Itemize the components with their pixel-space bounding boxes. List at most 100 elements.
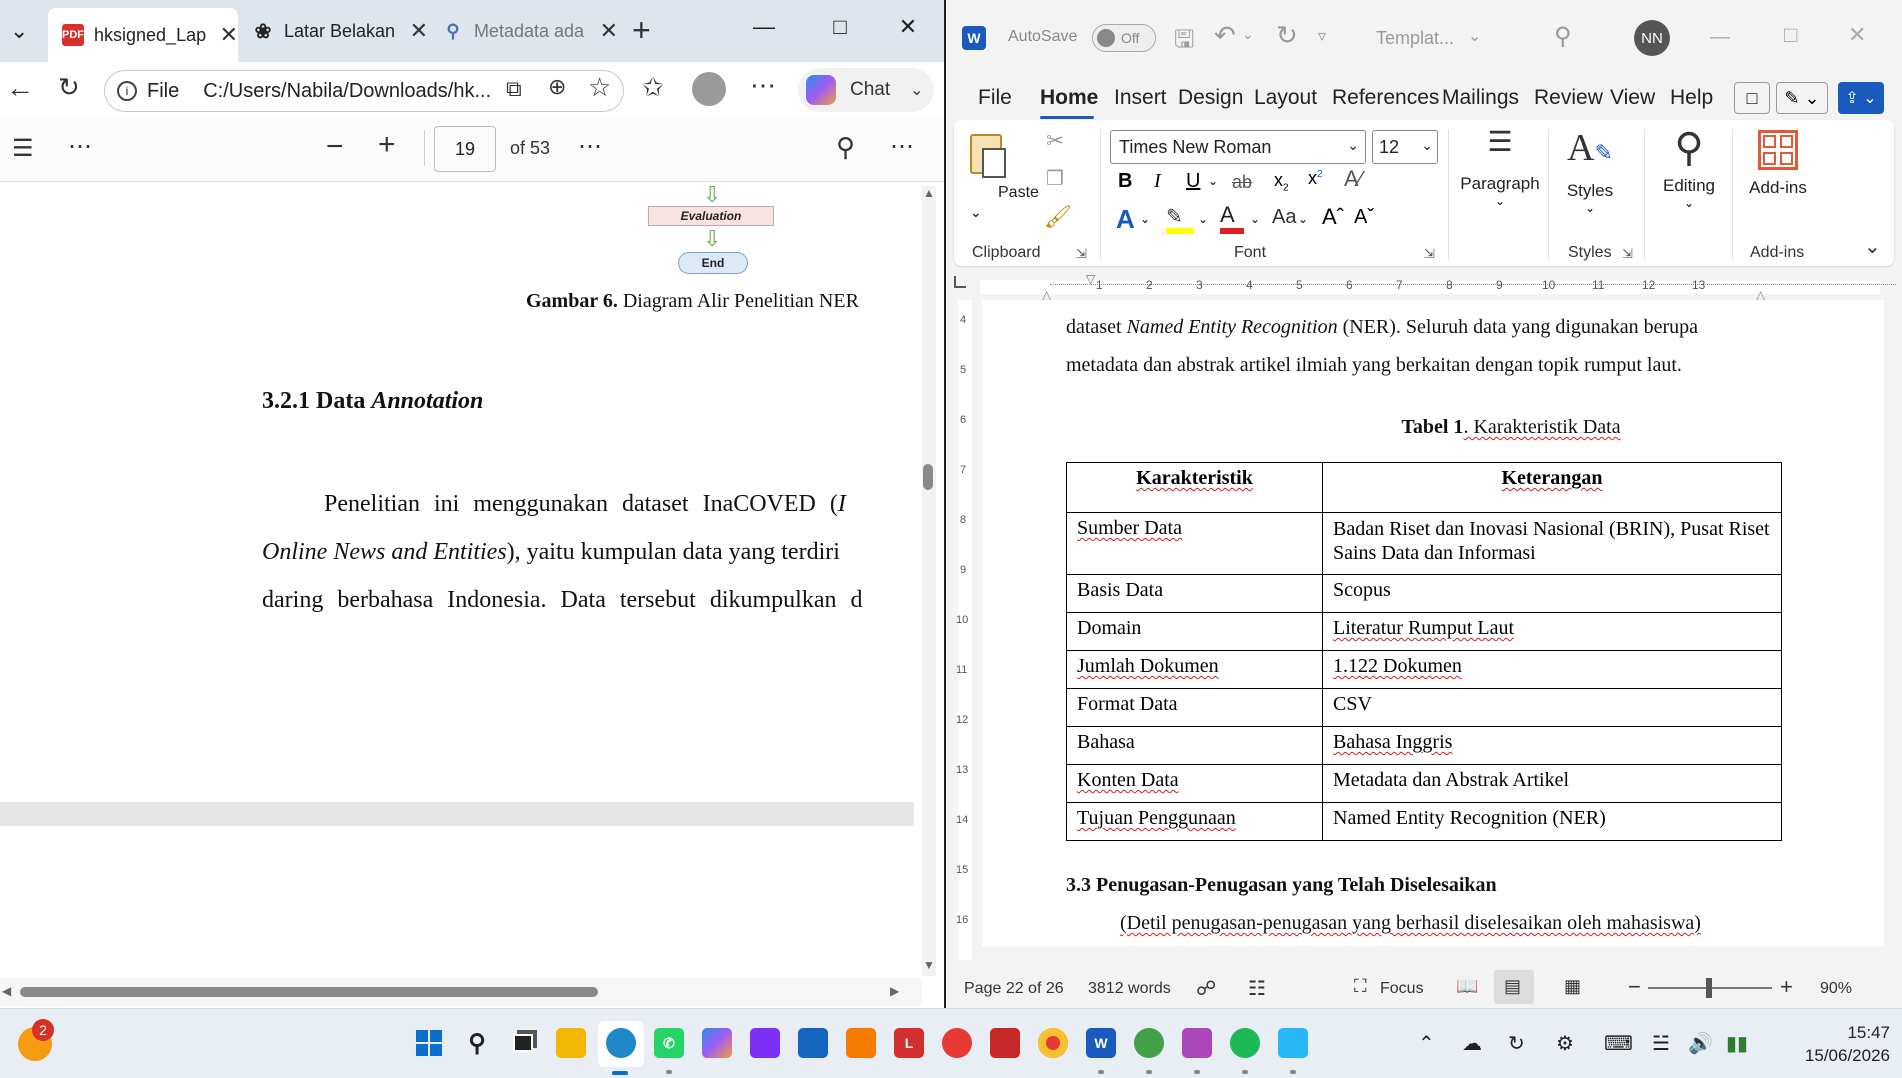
tab-search[interactable]: ⚲ Metadata ada ✕ [428,10,618,52]
tab-references[interactable]: References [1332,86,1439,110]
tab-home[interactable]: Home [1040,86,1098,110]
tab-pdf[interactable]: PDF hksigned_Lap ✕ [48,8,238,62]
zoom-level[interactable]: 90% [1820,980,1852,998]
document-page[interactable]: dataset Named Entity Recognition (NER). … [982,300,1884,946]
profile-avatar[interactable] [692,72,726,106]
minimize-icon[interactable]: — [744,14,784,40]
more-pdf-options-icon[interactable]: ⋯ [578,132,602,161]
more-menu-icon[interactable]: ⋯ [750,70,776,101]
title-dropdown-icon[interactable]: ⌄ [1468,26,1481,46]
search-icon[interactable]: ⚲ [836,132,855,163]
paragraph-button[interactable]: ☰ Paragraph ⌄ [1458,128,1542,240]
tab-selector-icon[interactable] [954,276,966,288]
share-icon[interactable]: ⇪ ⌄ [1838,82,1884,114]
comments-icon[interactable]: □ [1734,82,1770,114]
grow-font-icon[interactable]: Aˆ [1322,204,1344,230]
scroll-up-icon[interactable]: ▲ [923,186,935,200]
scroll-right-icon[interactable]: ▶ [890,984,899,998]
close-tab-icon[interactable]: ✕ [600,18,618,44]
scrollbar-thumb[interactable] [923,464,933,490]
print-layout-icon[interactable]: ▤ [1504,976,1521,997]
font-color-dropdown-icon[interactable]: ⌄ [1250,212,1260,226]
security-icon[interactable]: ⚙ [1556,1031,1574,1056]
snipping-tool-icon[interactable] [1182,1028,1212,1058]
store-icon[interactable] [798,1028,828,1058]
tab-actions-chevron-icon[interactable]: ⌄ [10,18,28,44]
red-app-icon[interactable] [942,1028,972,1058]
cloud-offline-icon[interactable]: ☁ [1462,1031,1482,1056]
media-app-icon[interactable] [990,1028,1020,1058]
dialog-launcher-icon[interactable]: ⇲ [1622,246,1633,262]
minimize-icon[interactable]: — [1710,26,1730,49]
keyboard-icon[interactable]: ⌨ [1604,1031,1633,1056]
undo-icon[interactable]: ↶ [1214,20,1236,51]
paste-icon[interactable] [966,130,1010,182]
settings-more-icon[interactable]: ⋯ [890,132,914,161]
tab-file[interactable]: File [978,86,1012,110]
volume-icon[interactable]: 🔊 [1688,1031,1713,1056]
dialog-launcher-icon[interactable]: ⇲ [1424,246,1435,262]
change-case-dropdown-icon[interactable]: ⌄ [1298,212,1308,226]
spotify-icon[interactable] [1230,1028,1260,1058]
new-tab-plus-icon[interactable]: + [632,12,651,49]
addins-button[interactable]: Add-ins [1738,130,1818,200]
strikethrough-icon[interactable]: ab [1232,172,1252,193]
task-view-icon[interactable] [508,1028,538,1058]
word-count[interactable]: 3812 words [1088,980,1171,998]
zoom-icon[interactable]: ⊕ [548,74,566,100]
file-explorer-icon[interactable] [556,1028,586,1058]
clock[interactable]: 15:47 15/06/2026 [1780,1021,1890,1067]
close-tab-icon[interactable]: ✕ [410,18,428,44]
edge-icon[interactable] [606,1028,636,1058]
web-layout-icon[interactable]: ▦ [1564,976,1581,997]
focus-icon[interactable]: ⛶ [1354,976,1367,997]
zoom-in-icon[interactable]: + [378,128,396,162]
page-count[interactable]: Page 22 of 26 [964,980,1064,998]
tab-view[interactable]: View [1610,86,1655,110]
paste-button[interactable]: Paste [998,184,1039,202]
paste-dropdown-icon[interactable]: ⌄ [970,204,982,221]
back-arrow-icon[interactable]: ← [6,72,34,104]
superscript-icon[interactable]: x2 [1308,168,1323,189]
close-window-icon[interactable]: ✕ [1848,22,1866,48]
shrink-font-icon[interactable]: Aˇ [1354,206,1374,229]
tab-insert[interactable]: Insert [1114,86,1167,110]
proofing-icon[interactable]: ☍ [1196,976,1216,1001]
italic-icon[interactable]: I [1154,170,1161,193]
accessibility-icon[interactable]: ☷ [1248,976,1266,1001]
copilot-icon[interactable] [702,1028,732,1058]
tab-chatgpt[interactable]: ❀ Latar Belakan ✕ [238,10,428,52]
chrome-icon[interactable] [1038,1028,1068,1058]
search-icon[interactable]: ⚲ [1554,22,1572,51]
show-hidden-icons-chevron-icon[interactable]: ⌃ [1418,1031,1435,1056]
zoom-out-icon[interactable]: − [1628,974,1641,1000]
highlight-color-icon[interactable]: ✎ [1166,204,1196,234]
font-color-icon[interactable]: A [1220,202,1246,234]
tab-help[interactable]: Help [1670,86,1713,110]
close-tab-icon[interactable]: ✕ [220,22,238,48]
wifi-icon[interactable]: ☱ [1652,1031,1670,1056]
first-line-indent-marker-icon[interactable]: ▽ [1086,272,1095,286]
styles-button[interactable]: A✎ Styles ⌄ [1558,126,1622,240]
whatsapp-icon[interactable]: ✆ [654,1028,684,1058]
read-mode-icon[interactable]: 📖 [1456,976,1478,997]
favorites-icon[interactable]: ✩ [642,72,664,103]
underline-icon[interactable]: U [1186,170,1200,193]
font-name-select[interactable]: Times New Roman ⌄ [1110,130,1366,164]
tab-mailings[interactable]: Mailings [1442,86,1519,110]
collapse-ribbon-chevron-icon[interactable]: ⌄ [1864,234,1881,259]
favorite-star-icon[interactable]: ☆ [588,72,611,103]
vertical-scrollbar[interactable]: ▲ ▼ [922,186,936,976]
underline-dropdown-icon[interactable]: ⌄ [1208,174,1218,188]
h-scrollbar-thumb[interactable] [20,987,598,997]
cut-icon[interactable]: ✂ [1046,128,1064,154]
copy-icon[interactable]: ❐ [1046,166,1064,191]
info-icon[interactable]: i [117,81,137,101]
app-grid-icon[interactable] [750,1028,780,1058]
bold-icon[interactable]: B [1118,170,1132,193]
vertical-ruler[interactable]: 4 5 6 7 8 9 10 11 12 13 14 15 16 [954,300,976,960]
save-icon[interactable]: 🖫 [1174,22,1194,63]
photos-icon[interactable] [1278,1028,1308,1058]
word-icon[interactable]: W [1086,1028,1116,1058]
tab-review[interactable]: Review [1534,86,1603,110]
